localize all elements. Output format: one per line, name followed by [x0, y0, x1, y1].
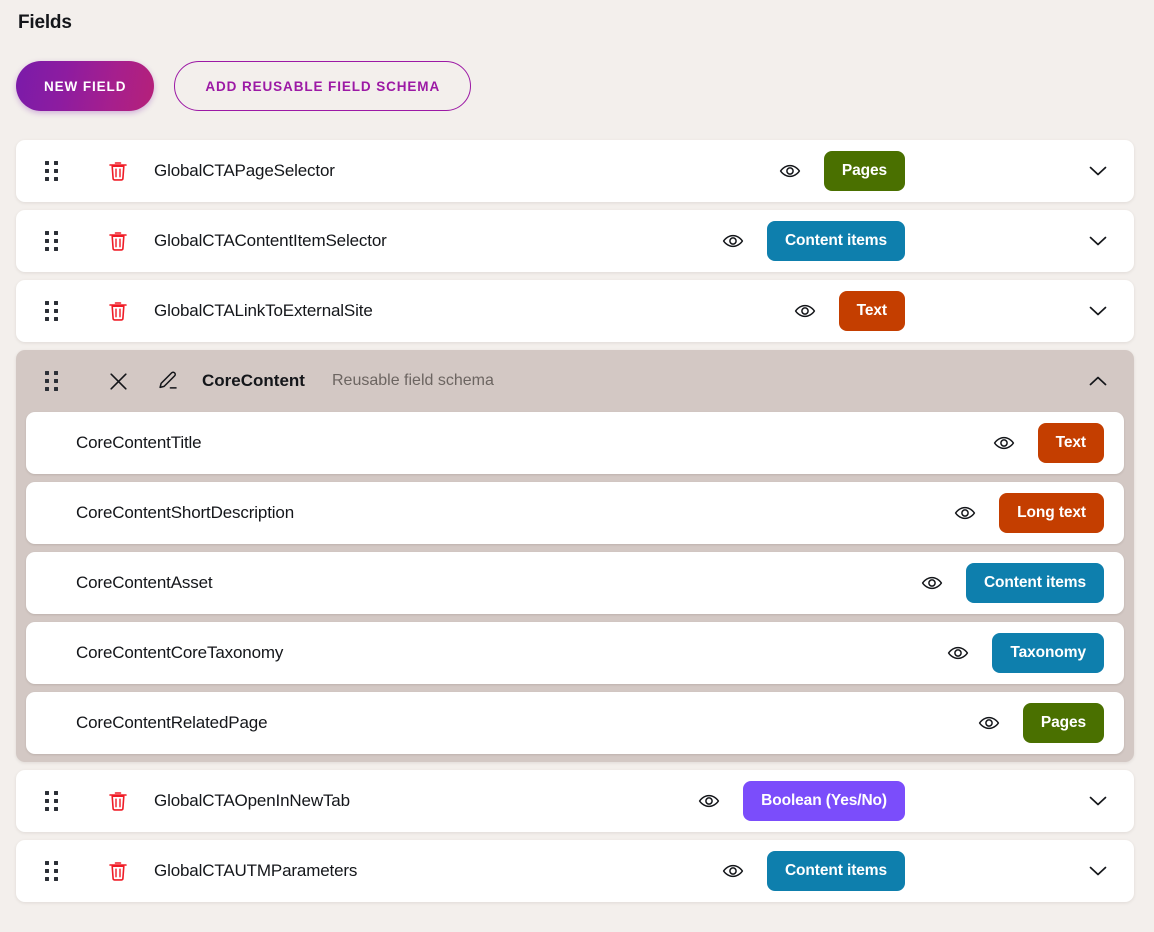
- chevron-down-icon[interactable]: [1083, 786, 1113, 816]
- drag-handle-icon[interactable]: [45, 861, 59, 881]
- nested-field-row[interactable]: CoreContentAsset Content items: [26, 552, 1124, 614]
- field-type-badge[interactable]: Text: [1037, 423, 1104, 463]
- drag-handle-icon[interactable]: [45, 231, 59, 251]
- field-type-badge[interactable]: Taxonomy: [992, 633, 1104, 673]
- field-row[interactable]: GlobalCTAUTMParameters Content items: [16, 840, 1134, 902]
- chevron-down-icon[interactable]: [1083, 156, 1113, 186]
- nested-field-row[interactable]: CoreContentCoreTaxonomy Taxonomy: [26, 622, 1124, 684]
- field-row[interactable]: GlobalCTAPageSelector Pages: [16, 140, 1134, 202]
- field-name: CoreContentAsset: [76, 573, 213, 592]
- fields-page: Fields NEW FIELD ADD REUSABLE FIELD SCHE…: [0, 0, 1154, 932]
- field-name: GlobalCTAUTMParameters: [154, 861, 358, 880]
- trash-icon[interactable]: [108, 230, 128, 252]
- field-row-controls: Text: [793, 280, 1134, 342]
- drag-handle-icon[interactable]: [45, 791, 59, 811]
- eye-icon[interactable]: [697, 789, 721, 813]
- chevron-up-icon[interactable]: [1083, 366, 1113, 396]
- nested-field-row[interactable]: CoreContentRelatedPage Pages: [26, 692, 1124, 754]
- eye-icon[interactable]: [920, 571, 944, 595]
- field-type-badge[interactable]: Pages: [823, 151, 905, 191]
- field-row-controls: Content items: [721, 210, 1134, 272]
- nested-field-row-controls: Content items: [920, 552, 1124, 614]
- field-name: CoreContentTitle: [76, 433, 202, 452]
- eye-icon[interactable]: [721, 229, 745, 253]
- schema-nested-fields: CoreContentTitle Text CoreContentShortDe…: [16, 412, 1134, 754]
- field-type-badge[interactable]: Long text: [999, 493, 1104, 533]
- drag-handle-icon[interactable]: [45, 161, 59, 181]
- eye-icon[interactable]: [946, 641, 970, 665]
- eye-icon[interactable]: [793, 299, 817, 323]
- schema-header[interactable]: CoreContent Reusable field schema: [16, 350, 1134, 412]
- eye-icon[interactable]: [977, 711, 1001, 735]
- field-row-controls: Content items: [721, 840, 1134, 902]
- trash-icon[interactable]: [108, 790, 128, 812]
- close-x-icon[interactable]: [107, 370, 129, 392]
- nested-field-row-controls: Pages: [977, 692, 1124, 754]
- eye-icon[interactable]: [778, 159, 802, 183]
- field-name: CoreContentShortDescription: [76, 503, 295, 522]
- nested-field-row[interactable]: CoreContentShortDescription Long text: [26, 482, 1124, 544]
- chevron-down-icon[interactable]: [1083, 296, 1113, 326]
- eye-icon[interactable]: [992, 431, 1016, 455]
- add-reusable-field-schema-button[interactable]: ADD REUSABLE FIELD SCHEMA: [174, 61, 472, 111]
- page-title: Fields: [18, 12, 72, 33]
- fields-toolbar: NEW FIELD ADD REUSABLE FIELD SCHEMA: [16, 61, 472, 111]
- nested-field-row[interactable]: CoreContentTitle Text: [26, 412, 1124, 474]
- schema-subtitle: Reusable field schema: [332, 372, 494, 389]
- chevron-down-icon[interactable]: [1083, 856, 1113, 886]
- schema-title: CoreContent: [202, 371, 305, 390]
- field-name: GlobalCTAPageSelector: [154, 161, 335, 180]
- reusable-field-schema-group: CoreContent Reusable field schema CoreCo…: [16, 350, 1134, 762]
- field-row[interactable]: GlobalCTALinkToExternalSite Text: [16, 280, 1134, 342]
- trash-icon[interactable]: [108, 160, 128, 182]
- trash-icon[interactable]: [108, 300, 128, 322]
- eye-icon[interactable]: [721, 859, 745, 883]
- new-field-button[interactable]: NEW FIELD: [16, 61, 155, 111]
- field-row-controls: Boolean (Yes/No): [697, 770, 1134, 832]
- field-name: GlobalCTAOpenInNewTab: [154, 791, 350, 810]
- fields-list: GlobalCTAPageSelector Pages GlobalCTACon…: [16, 140, 1134, 910]
- field-name: GlobalCTAContentItemSelector: [154, 231, 387, 250]
- field-type-badge[interactable]: Pages: [1022, 703, 1104, 743]
- field-name: CoreContentRelatedPage: [76, 713, 268, 732]
- drag-handle-icon[interactable]: [45, 371, 59, 391]
- nested-field-row-controls: Taxonomy: [946, 622, 1124, 684]
- eye-icon[interactable]: [953, 501, 977, 525]
- field-type-badge[interactable]: Content items: [766, 851, 905, 891]
- field-name: GlobalCTALinkToExternalSite: [154, 301, 373, 320]
- field-row[interactable]: GlobalCTAContentItemSelector Content ite…: [16, 210, 1134, 272]
- field-name: CoreContentCoreTaxonomy: [76, 643, 284, 662]
- field-type-badge[interactable]: Text: [838, 291, 905, 331]
- drag-handle-icon[interactable]: [45, 301, 59, 321]
- field-row-controls: Pages: [778, 140, 1134, 202]
- chevron-down-icon[interactable]: [1083, 226, 1113, 256]
- nested-field-row-controls: Text: [992, 412, 1124, 474]
- field-type-badge[interactable]: Boolean (Yes/No): [743, 781, 905, 821]
- field-row[interactable]: GlobalCTAOpenInNewTab Boolean (Yes/No): [16, 770, 1134, 832]
- nested-field-row-controls: Long text: [953, 482, 1124, 544]
- field-type-badge[interactable]: Content items: [965, 563, 1104, 603]
- trash-icon[interactable]: [108, 860, 128, 882]
- field-type-badge[interactable]: Content items: [766, 221, 905, 261]
- pencil-icon[interactable]: [157, 370, 179, 392]
